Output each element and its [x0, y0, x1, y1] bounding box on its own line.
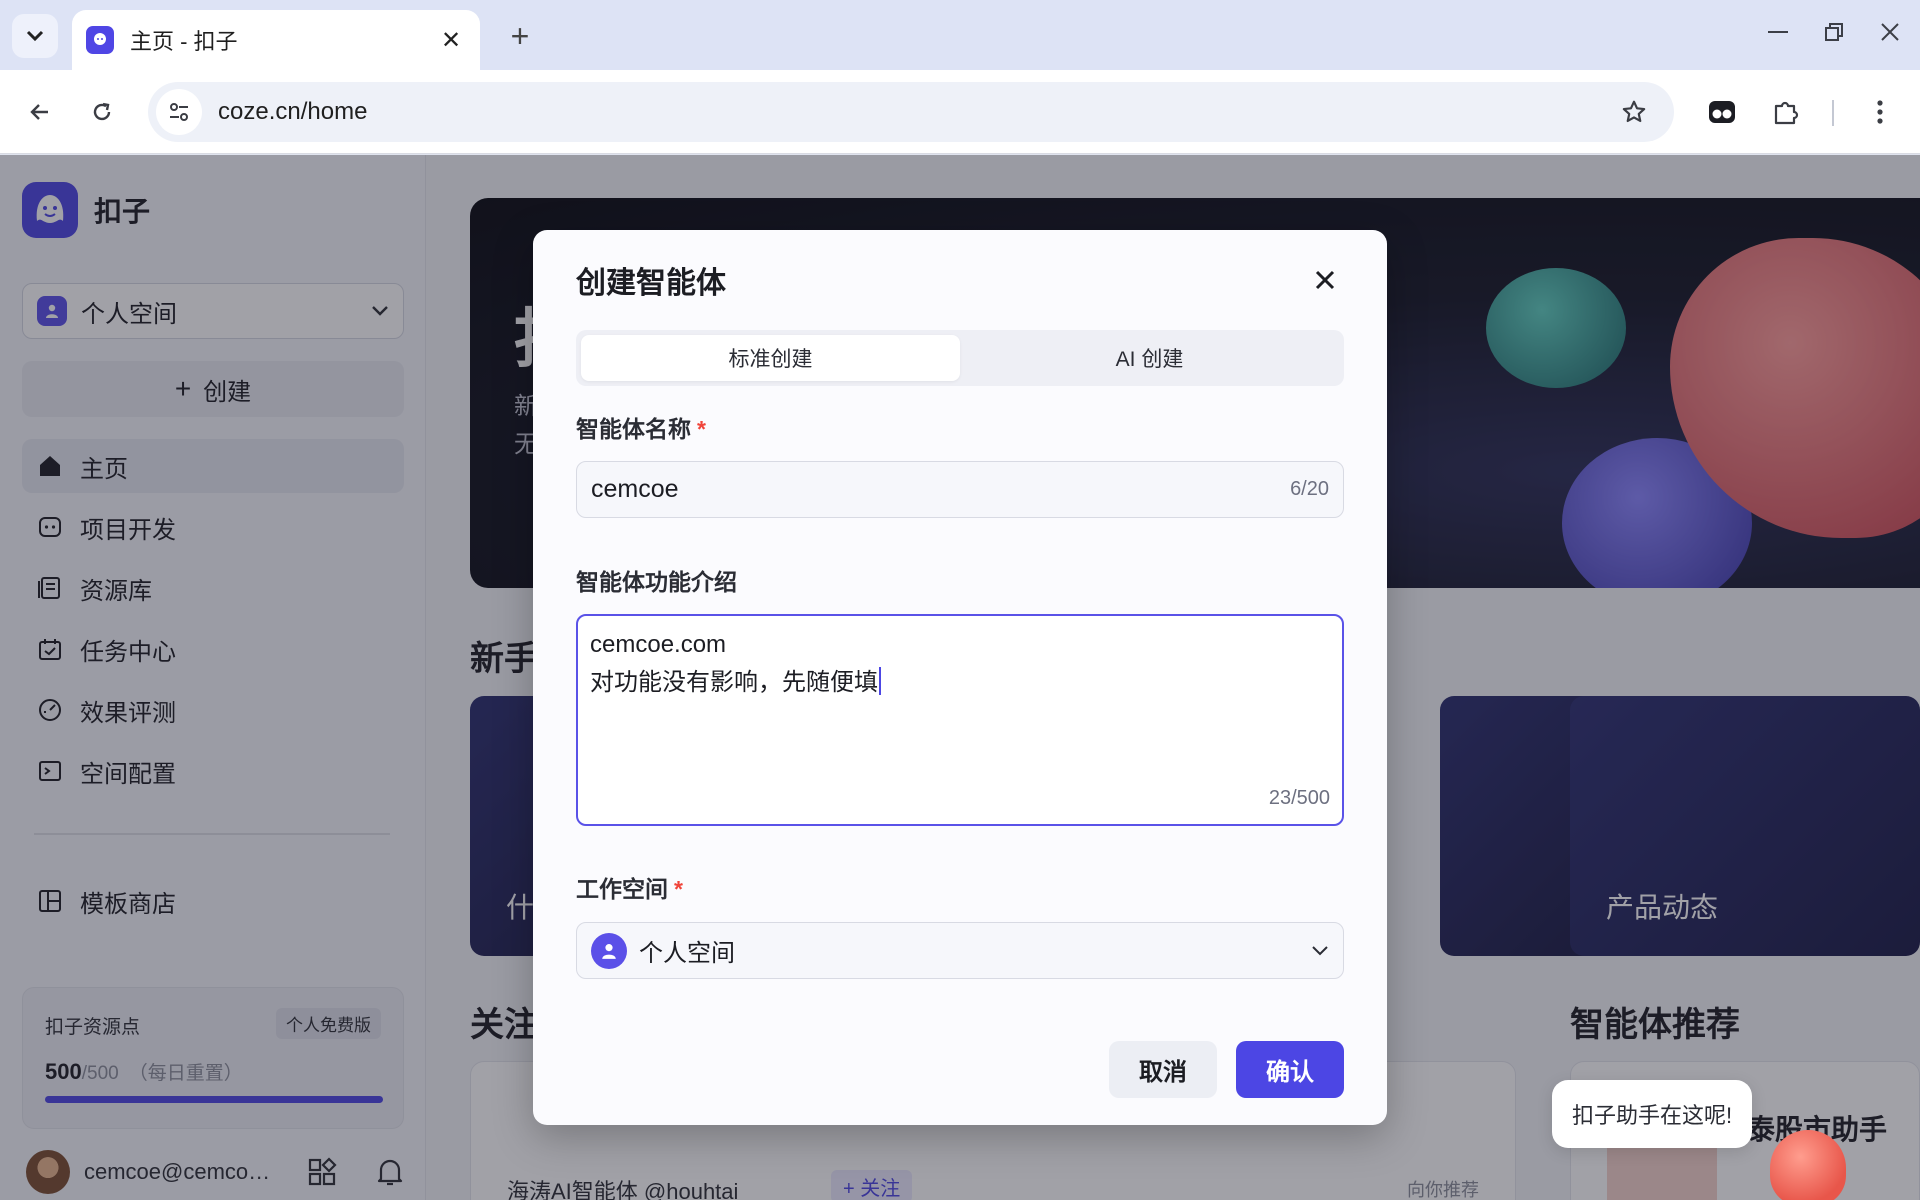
tab-standard-create[interactable]: 标准创建 — [581, 335, 960, 381]
agent-description-textarea[interactable]: cemcoe.com 对功能没有影响，先随便填 23/500 — [576, 614, 1344, 826]
description-line-2: 对功能没有影响，先随便填 — [590, 664, 1330, 702]
arrow-left-icon — [30, 104, 48, 120]
active-tab[interactable]: 主页 - 扣子 ✕ — [72, 10, 480, 70]
agent-name-input[interactable]: cemcoe 6/20 — [576, 461, 1344, 518]
assistant-mascot-icon[interactable] — [1770, 1130, 1846, 1200]
tab-search-button[interactable] — [12, 14, 58, 58]
tab-title: 主页 - 扣子 — [130, 29, 238, 54]
new-tab-button[interactable]: + — [500, 16, 540, 56]
browser-menu-icon[interactable] — [1858, 90, 1902, 134]
site-info-icon[interactable] — [156, 89, 202, 135]
address-bar[interactable]: coze.cn/home — [148, 82, 1674, 142]
chevron-down-icon — [26, 30, 44, 42]
agent-name-value[interactable]: cemcoe — [591, 475, 1290, 504]
name-char-counter: 6/20 — [1290, 478, 1329, 500]
name-field-label: 智能体名称 * — [576, 416, 706, 442]
tab-close-icon[interactable]: ✕ — [436, 25, 466, 55]
dialog-title: 创建智能体 — [576, 267, 726, 300]
required-asterisk: * — [674, 876, 683, 902]
close-icon — [1881, 23, 1899, 41]
reload-icon — [93, 102, 111, 121]
coze-favicon-icon — [86, 26, 114, 54]
workspace-field-label: 工作空间 * — [576, 876, 683, 902]
workspace-value: 个人空间 — [639, 940, 735, 967]
assistant-bubble[interactable]: 扣子助手在这呢! — [1552, 1080, 1753, 1148]
create-mode-tabs: 标准创建 AI 创建 — [576, 330, 1344, 386]
description-char-counter: 23/500 — [1268, 787, 1330, 809]
reload-button[interactable] — [80, 90, 124, 134]
tab-ai-create[interactable]: AI 创建 — [960, 335, 1339, 381]
text-caret — [879, 667, 881, 695]
url-text[interactable]: coze.cn/home — [218, 98, 1612, 126]
confirm-button[interactable]: 确认 — [1236, 1041, 1344, 1098]
restore-icon — [1825, 23, 1843, 41]
close-icon[interactable] — [1307, 262, 1343, 298]
browser-toolbar: coze.cn/home — [0, 70, 1920, 154]
user-space-icon — [591, 932, 627, 969]
tab-strip: 主页 - 扣子 ✕ + — [0, 0, 1920, 70]
description-line-1: cemcoe.com — [590, 631, 727, 658]
extension-app-icon[interactable] — [1700, 90, 1744, 134]
close-window-button[interactable] — [1866, 12, 1914, 52]
restore-button[interactable] — [1810, 12, 1858, 52]
workspace-select[interactable]: 个人空间 — [576, 922, 1344, 979]
minimize-button[interactable] — [1754, 12, 1802, 52]
minimize-icon — [1768, 31, 1788, 33]
create-agent-dialog: 创建智能体 标准创建 AI 创建 智能体名称 * cemcoe 6/20 智能体功… — [533, 230, 1387, 1125]
chevron-down-icon — [1312, 945, 1328, 955]
toolbar-divider — [1832, 100, 1834, 126]
cancel-button[interactable]: 取消 — [1109, 1041, 1217, 1098]
bookmark-star-icon[interactable] — [1612, 90, 1656, 134]
description-field-label: 智能体功能介绍 — [576, 569, 737, 595]
back-button[interactable] — [18, 90, 62, 134]
extensions-puzzle-icon[interactable] — [1764, 90, 1808, 134]
required-asterisk: * — [697, 416, 706, 442]
